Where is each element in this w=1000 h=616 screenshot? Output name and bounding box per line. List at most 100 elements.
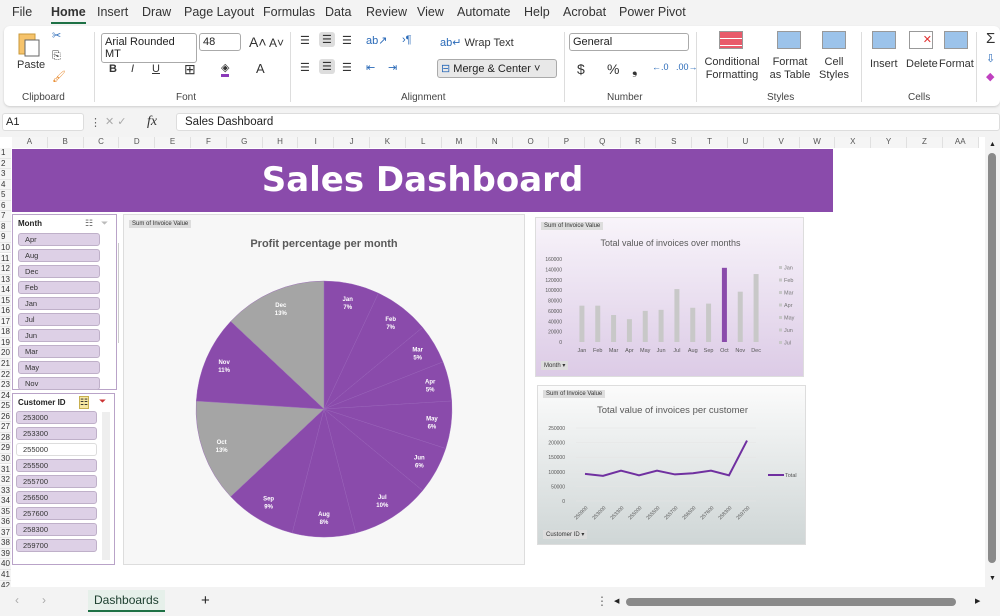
column-header[interactable]: P [549,137,585,148]
row-header[interactable]: 2 [0,158,11,170]
row-header[interactable]: 37 [0,527,11,539]
row-header[interactable]: 31 [0,464,11,476]
row-header[interactable]: 9 [0,232,11,243]
column-header[interactable]: Y [871,137,907,148]
month-slicer-item[interactable]: May [18,361,100,374]
customer-slicer-item[interactable]: 258300 [16,523,97,536]
customer-slicer-item[interactable]: 256500 [16,491,97,504]
scroll-up-icon[interactable]: ▲ [989,141,996,148]
formula-input[interactable]: Sales Dashboard [176,113,1000,131]
fill-icon[interactable]: ⇩ [986,52,995,65]
menu-review[interactable]: Review [366,5,407,19]
paste-button[interactable]: Paste [17,59,45,71]
slicer-scrollbar[interactable] [118,243,119,343]
month-slicer-item[interactable]: Feb [18,281,100,294]
decrease-font-icon[interactable]: A˅ [269,36,284,50]
bottom-align-icon[interactable]: ☰ [342,34,352,47]
menu-page-layout[interactable]: Page Layout [184,5,254,19]
column-header[interactable]: T [692,137,728,148]
cell-styles-button[interactable]: Cell Styles [816,56,852,82]
menu-home[interactable]: Home [51,5,86,24]
customer-slicer-item[interactable]: 255500 [16,459,97,472]
add-sheet-icon[interactable]: + [201,592,210,609]
row-header[interactable]: 4 [0,179,11,191]
cut-icon[interactable]: ✂ [52,29,61,42]
column-header[interactable]: F [191,137,227,148]
row-header[interactable]: 19 [0,337,11,349]
column-header[interactable]: X [835,137,872,148]
merge-center-button[interactable]: ⊟ Merge & Center ˅ [437,59,557,78]
customer-slicer-item[interactable]: 255700 [16,475,97,488]
increase-indent-icon[interactable]: ⇥ [388,61,397,74]
font-name-select[interactable]: Arial Rounded MT [101,33,197,63]
paste-icon[interactable] [16,30,42,58]
increase-font-icon[interactable]: A˄ [249,34,267,50]
column-header[interactable]: A [12,137,48,148]
dashboard-title-banner[interactable]: Sales Dashboard [12,149,833,212]
row-header[interactable]: 30 [0,453,11,465]
row-header[interactable]: 16 [0,306,11,317]
clear-filter-icon[interactable]: ⏷ [99,396,106,407]
column-header[interactable]: U [728,137,764,148]
column-header[interactable]: D [119,137,156,148]
format-painter-icon[interactable]: 🖌 [52,70,66,83]
month-slicer-item[interactable]: Nov [18,377,100,390]
vertical-scroll-thumb[interactable] [988,153,996,563]
conditional-formatting-button[interactable]: Conditional Formatting [704,56,760,82]
column-header[interactable]: N [477,137,514,148]
name-box[interactable]: A1 [2,113,84,131]
row-header[interactable]: 8 [0,221,11,233]
sheet-tab-dashboards[interactable]: Dashboards [88,590,165,612]
column-header[interactable]: G [226,137,263,148]
worksheet[interactable]: A B C D E F G H I J K L M N O P Q R S T U V W X Y Z AA 1 2 3 4 5 6 7 8 9 10… [0,137,985,587]
more-icon[interactable]: ⋮ [596,594,608,608]
comma-button[interactable]: ❟ [632,61,638,78]
decrease-decimal-icon[interactable]: .00→ [676,62,698,72]
decrease-indent-icon[interactable]: ⇤ [366,61,375,74]
horizontal-scroll-thumb[interactable] [626,598,956,606]
menu-file[interactable]: File [12,5,32,19]
italic-button[interactable]: I [131,63,134,75]
fill-color-icon[interactable]: ◈ [221,61,230,77]
underline-button[interactable]: U [152,63,160,75]
prev-sheet-icon[interactable]: ‹ [15,593,19,607]
percent-button[interactable]: % [607,61,619,77]
column-header[interactable]: S [656,137,693,148]
column-header[interactable]: Z [907,137,943,148]
more-icon[interactable]: ⋮ [90,116,101,129]
next-sheet-icon[interactable]: › [42,593,46,607]
column-header[interactable]: O [513,137,549,148]
align-center-icon[interactable]: ☰ [319,59,335,74]
customer-axis-button[interactable]: Customer ID ▾ [543,530,588,539]
scroll-left-icon[interactable]: ◀ [614,597,619,605]
month-slicer-item[interactable]: Mar [18,345,100,358]
menu-draw[interactable]: Draw [142,5,171,19]
menu-automate[interactable]: Automate [457,5,511,19]
delete-button[interactable]: Delete [906,58,938,70]
bar-chart[interactable]: Sum of Invoice Value Total value of invo… [535,217,804,377]
scroll-right-icon[interactable]: ▶ [975,597,980,605]
row-header[interactable]: 25 [0,401,11,412]
multi-select-icon[interactable]: ☷ [79,396,90,409]
row-header[interactable]: 5 [0,190,11,201]
align-left-icon[interactable]: ☰ [300,61,310,74]
row-header[interactable]: 12 [0,264,11,275]
column-header[interactable]: V [763,137,800,148]
increase-decimal-icon[interactable]: ←.0 [652,62,669,72]
row-header[interactable]: 42 [0,580,11,587]
row-header[interactable]: 24 [0,390,11,402]
insert-button[interactable]: Insert [870,58,898,70]
cancel-icon[interactable]: ✕ ✓ [105,115,127,128]
row-header[interactable]: 14 [0,285,11,296]
customer-slicer-item[interactable]: 253000 [16,411,97,424]
row-header[interactable]: 35 [0,506,11,518]
column-header[interactable]: B [47,137,84,148]
row-header[interactable]: 17 [0,316,11,328]
month-slicer-item[interactable]: Jun [18,329,100,342]
menu-help[interactable]: Help [524,5,550,19]
month-axis-button[interactable]: Month ▾ [541,361,569,370]
month-slicer-item[interactable]: Apr [18,233,100,246]
slicer-scrollbar[interactable] [102,412,110,560]
top-align-icon[interactable]: ☰ [300,34,310,47]
customer-slicer-item[interactable]: 255000 [16,443,97,456]
